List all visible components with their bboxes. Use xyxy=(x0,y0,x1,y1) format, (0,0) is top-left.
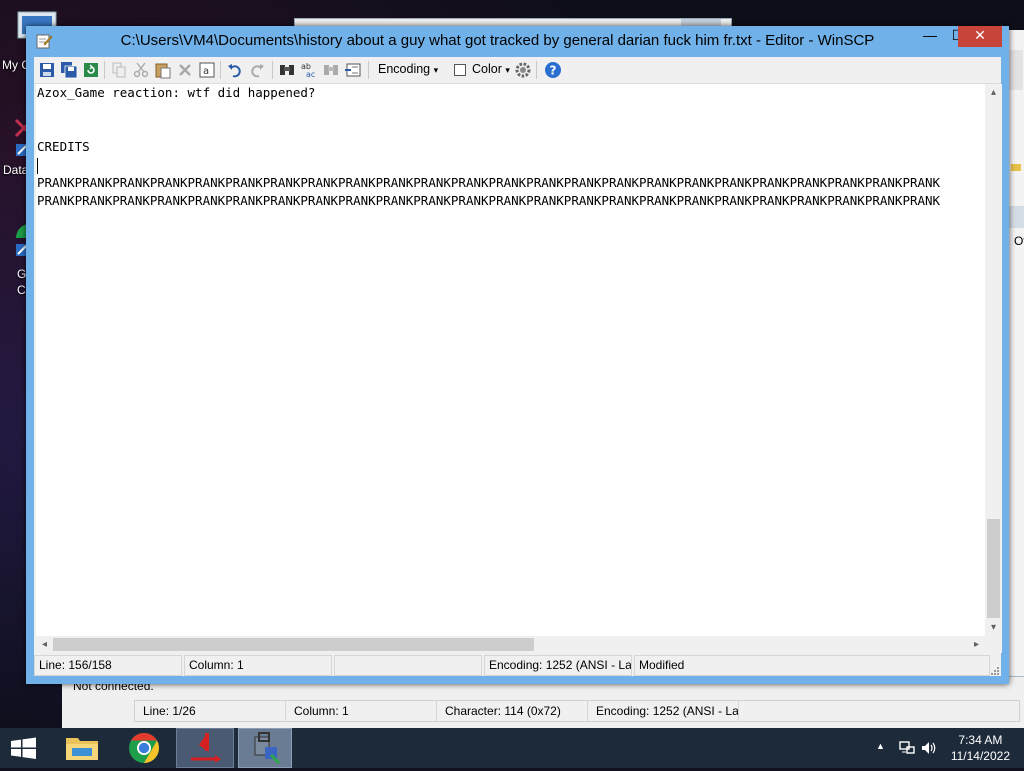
text-editor-area[interactable]: Azox_Game reaction: wtf did happened? CR… xyxy=(36,84,985,636)
save-icon[interactable] xyxy=(38,61,56,79)
text-line-4: CREDITS xyxy=(37,139,90,154)
reload-icon[interactable] xyxy=(82,61,100,79)
scrollbar-corner xyxy=(985,636,1002,653)
svg-text:ac: ac xyxy=(306,70,315,79)
status-empty-cell xyxy=(334,655,482,676)
bg-status-column: Column: 1 xyxy=(286,701,437,721)
vertical-scroll-thumb[interactable] xyxy=(987,519,1000,618)
window-title: C:\Users\VM4\Documents\history about a g… xyxy=(120,32,875,49)
network-icon[interactable] xyxy=(898,740,916,756)
paste-icon[interactable] xyxy=(154,61,172,79)
size-grip-icon[interactable] xyxy=(989,664,999,675)
status-modified: Modified xyxy=(634,655,990,676)
background-window-status-bar: Line: 1/26 Column: 1 Character: 114 (0x7… xyxy=(134,700,1020,722)
bg-status-empty xyxy=(739,701,1007,721)
chrome-label-line1: G xyxy=(17,267,27,281)
toolbar-separator xyxy=(368,61,369,79)
select-all-icon[interactable]: a xyxy=(198,61,216,79)
editor-status-bar: Line: 156/158 Column: 1 Encoding: 1252 (… xyxy=(34,655,1001,676)
svg-text:a: a xyxy=(203,66,209,77)
replace-icon[interactable]: ab ac xyxy=(300,61,318,79)
toolbar-separator xyxy=(220,61,221,79)
editor-client-area: a ab ac Encoding ▾ Color ▾ ? Azox_Game r… xyxy=(34,57,1002,676)
clock-time: 7:34 AM xyxy=(958,733,1003,747)
scroll-down-arrow[interactable]: ▾ xyxy=(985,619,1002,636)
color-menu-button[interactable]: Color ▾ xyxy=(472,62,510,76)
save-all-icon[interactable] xyxy=(60,61,78,79)
redo-icon[interactable] xyxy=(248,61,266,79)
background-window-divider xyxy=(1007,206,1024,228)
volume-icon[interactable] xyxy=(920,740,938,756)
google-chrome-taskbar-icon[interactable] xyxy=(116,728,172,768)
horizontal-scroll-thumb[interactable] xyxy=(53,638,534,651)
status-line: Line: 156/158 xyxy=(34,655,182,676)
start-button[interactable] xyxy=(0,728,48,768)
file-explorer-taskbar-icon[interactable] xyxy=(54,728,110,768)
system-clock[interactable]: 7:34 AM 11/14/2022 xyxy=(951,732,1010,764)
close-button[interactable]: ✕ xyxy=(958,26,1002,47)
red-arrow-app-taskbar-icon[interactable] xyxy=(176,728,234,768)
text-line-7: PRANKPRANKPRANKPRANKPRANKPRANKPRANKPRANK… xyxy=(37,193,941,208)
find-icon[interactable] xyxy=(278,61,296,79)
toolbar-separator xyxy=(104,61,105,79)
editor-window[interactable]: C:\Users\VM4\Documents\history about a g… xyxy=(26,26,1009,684)
scroll-left-arrow[interactable]: ◂ xyxy=(36,636,53,653)
status-encoding: Encoding: 1252 (ANSI - La xyxy=(484,655,632,676)
scroll-up-arrow[interactable]: ▴ xyxy=(985,84,1002,101)
text-line-1: Azox_Game reaction: wtf did happened? xyxy=(37,85,316,100)
desktop-icon-label-data[interactable]: Data xyxy=(3,163,28,177)
status-column: Column: 1 xyxy=(184,655,332,676)
encoding-label: Encoding xyxy=(378,62,431,76)
bg-status-encoding: Encoding: 1252 (ANSI - La xyxy=(588,701,739,721)
toolbar-separator xyxy=(272,61,273,79)
editor-toolbar: a ab ac Encoding ▾ Color ▾ ? xyxy=(34,57,1001,84)
color-dropdown-icon: ▾ xyxy=(505,65,510,75)
goto-line-icon[interactable] xyxy=(344,61,362,79)
encoding-dropdown-icon: ▾ xyxy=(433,65,439,75)
taskbar: ▲ 7:34 AM 11/14/2022 xyxy=(0,728,1024,768)
title-bar[interactable]: C:\Users\VM4\Documents\history about a g… xyxy=(26,26,1009,56)
horizontal-scrollbar[interactable]: ◂ ▸ xyxy=(36,636,985,653)
toolbar-separator xyxy=(536,61,537,79)
color-checkbox[interactable] xyxy=(454,64,466,76)
cut-icon[interactable] xyxy=(132,61,150,79)
svg-text:?: ? xyxy=(550,64,557,78)
text-line-6: PRANKPRANKPRANKPRANKPRANKPRANKPRANKPRANK… xyxy=(37,175,941,190)
bg-status-character: Character: 114 (0x72) xyxy=(437,701,588,721)
find-next-icon[interactable] xyxy=(322,61,340,79)
undo-icon[interactable] xyxy=(226,61,244,79)
bg-status-line: Line: 1/26 xyxy=(135,701,286,721)
copy-icon[interactable] xyxy=(110,61,128,79)
help-icon[interactable]: ? xyxy=(544,61,562,79)
show-hidden-icons-button[interactable]: ▲ xyxy=(876,741,885,751)
settings-icon[interactable] xyxy=(514,61,532,79)
desktop-icon-label-chrome[interactable]: G C xyxy=(17,266,26,298)
encoding-menu-button[interactable]: Encoding ▾ xyxy=(378,62,438,76)
scroll-right-arrow[interactable]: ▸ xyxy=(968,636,985,653)
delete-icon[interactable] xyxy=(176,61,194,79)
text-caret xyxy=(37,158,38,174)
clock-date: 11/14/2022 xyxy=(950,749,1010,763)
chrome-label-line2: C xyxy=(17,283,26,297)
color-label: Color xyxy=(472,62,502,76)
background-window-partial-label: Ov xyxy=(1014,234,1024,248)
vertical-scrollbar[interactable]: ▴ ▾ xyxy=(985,84,1002,636)
notepad-edit-icon[interactable] xyxy=(36,33,53,49)
folder-icon xyxy=(1011,164,1021,171)
winscp-taskbar-icon[interactable] xyxy=(238,728,292,768)
background-window-scroll-area[interactable] xyxy=(1009,50,1023,90)
minimize-button[interactable]: — xyxy=(916,26,944,47)
